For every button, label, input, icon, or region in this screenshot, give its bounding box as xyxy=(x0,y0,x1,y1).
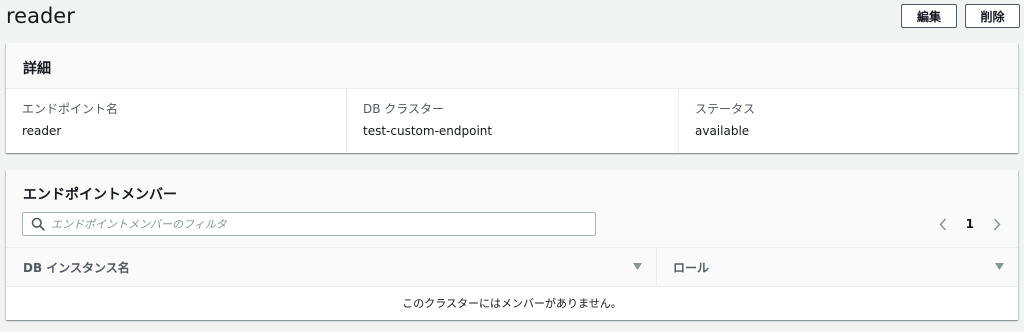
field-value: reader xyxy=(22,124,62,138)
status-value: available xyxy=(695,124,750,138)
field-label: ステータス xyxy=(695,102,756,116)
chevron-right-icon xyxy=(993,217,1001,231)
members-panel: エンドポイントメンバー 1 xyxy=(6,170,1018,320)
chevron-left-icon xyxy=(939,217,946,231)
field-status: ステータス available xyxy=(678,89,1018,153)
details-panel: 詳細 エンドポイント名 reader DB クラスター test-custom-… xyxy=(6,43,1018,153)
previous-page-button[interactable] xyxy=(934,214,952,234)
field-label: エンドポイント名 xyxy=(22,102,119,116)
members-header: エンドポイントメンバー 1 xyxy=(6,170,1018,248)
pagination: 1 xyxy=(934,214,1006,234)
members-heading: エンドポイントメンバー xyxy=(23,187,177,203)
page-title: reader xyxy=(6,4,75,28)
field-endpoint-name: エンドポイント名 reader xyxy=(6,89,346,153)
member-filter-input[interactable] xyxy=(51,217,571,231)
column-role[interactable]: ロール xyxy=(656,248,1018,286)
edit-button[interactable]: 編集 xyxy=(901,4,957,28)
current-page-number[interactable]: 1 xyxy=(966,217,974,231)
search-icon xyxy=(31,217,45,231)
details-heading: 詳細 xyxy=(6,43,1018,89)
field-value: test-custom-endpoint xyxy=(363,124,493,138)
column-label: ロール xyxy=(673,260,710,275)
field-db-cluster: DB クラスター test-custom-endpoint xyxy=(346,89,678,153)
empty-table-message: このクラスターにはメンバーがありません。 xyxy=(402,297,622,310)
delete-button[interactable]: 削除 xyxy=(965,4,1020,28)
column-label: DB インスタンス名 xyxy=(23,260,130,275)
member-filter[interactable] xyxy=(22,212,596,236)
column-db-instance-name[interactable]: DB インスタンス名 xyxy=(6,248,656,286)
caret-down-icon[interactable] xyxy=(995,263,1004,270)
field-label: DB クラスター xyxy=(363,102,445,116)
next-page-button[interactable] xyxy=(988,214,1006,234)
caret-down-icon[interactable] xyxy=(633,263,642,270)
details-fields: エンドポイント名 reader DB クラスター test-custom-end… xyxy=(6,89,1018,153)
endpoint-detail-page: reader 編集 削除 詳細 エンドポイント名 reader DB クラスター… xyxy=(0,0,1024,332)
members-table-header: DB インスタンス名 ロール xyxy=(6,248,1018,287)
